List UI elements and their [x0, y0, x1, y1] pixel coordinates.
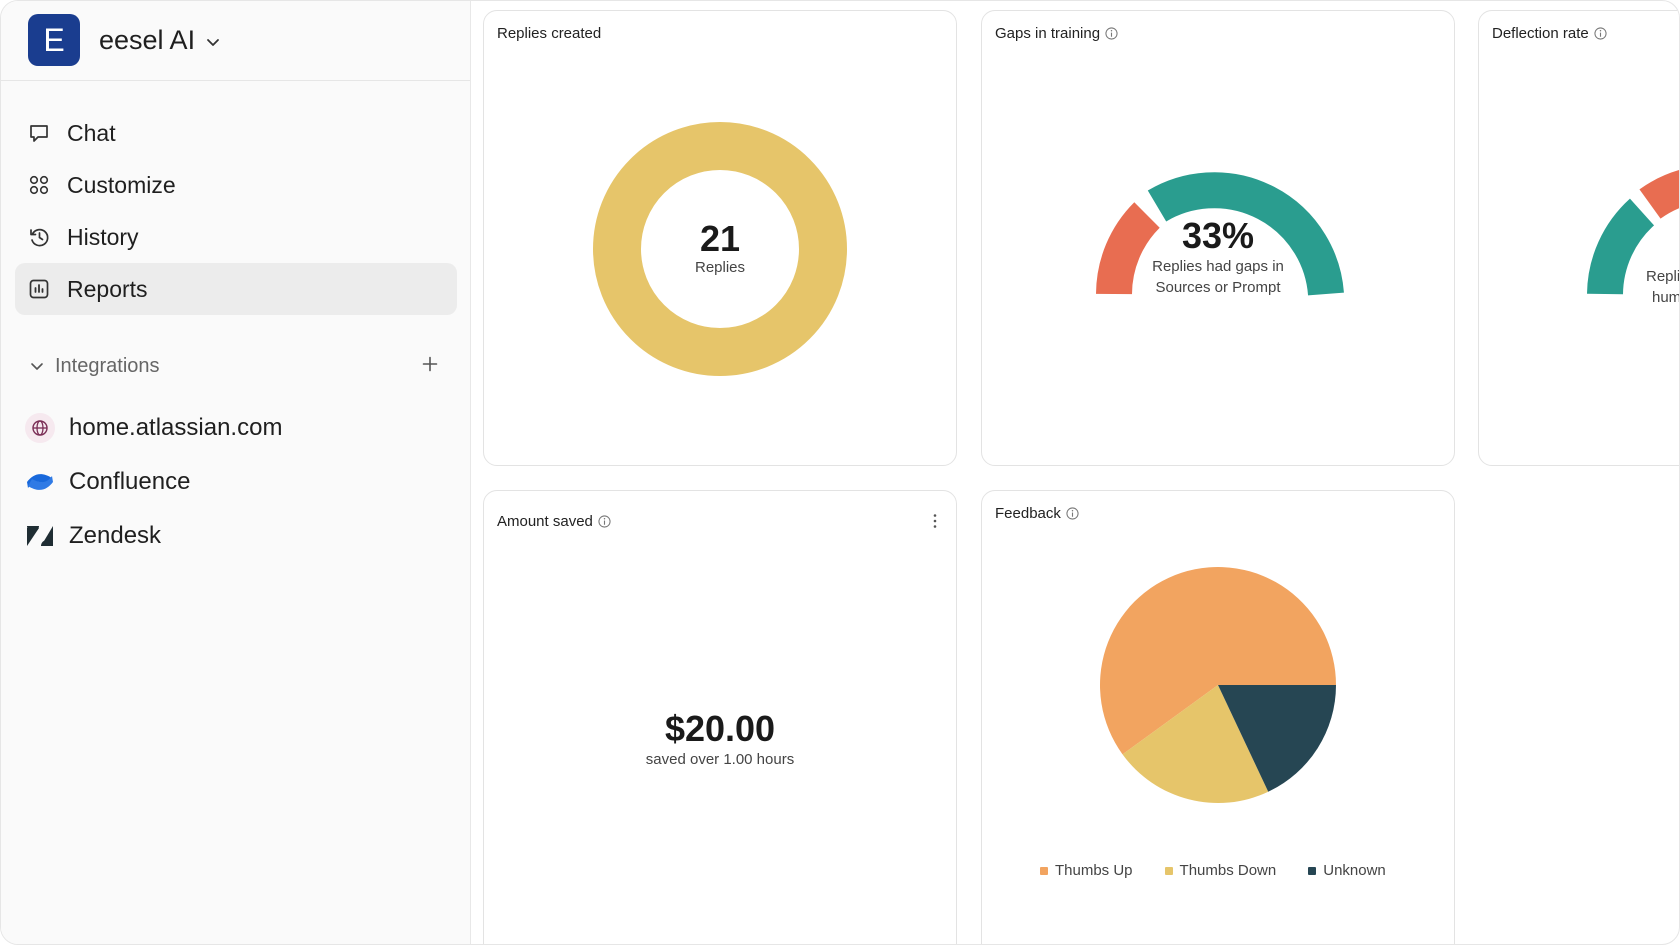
sidebar-item-history[interactable]: History — [15, 211, 457, 263]
replies-center-label: 21 Replies — [620, 218, 820, 277]
more-options-icon[interactable] — [932, 513, 938, 529]
legend-item-unknown: Unknown — [1308, 862, 1386, 879]
workspace-logo: E — [28, 14, 80, 66]
replies-label: Replies — [694, 259, 746, 276]
integration-item-confluence[interactable]: Confluence — [25, 455, 445, 509]
integration-name: Confluence — [69, 468, 191, 495]
info-icon[interactable] — [598, 515, 611, 528]
replies-value: 21 — [699, 218, 741, 259]
legend-swatch — [1040, 866, 1048, 875]
amount-value: $20.00 — [664, 708, 776, 749]
legend-label: Unknown — [1323, 862, 1386, 879]
deflection-label-line1: Repli — [1646, 268, 1680, 285]
integration-item-zendesk[interactable]: Zendesk — [25, 509, 445, 563]
integration-item-atlassian[interactable]: home.atlassian.com — [25, 401, 445, 455]
legend-label: Thumbs Up — [1055, 862, 1133, 879]
workspace-name: eesel AI — [99, 25, 196, 55]
card-title-text: Amount saved — [497, 513, 593, 530]
history-icon — [27, 225, 51, 249]
deflection-gauge-chart — [1587, 170, 1679, 295]
gaps-value: 33% — [1181, 215, 1255, 256]
sidebar-item-label: Chat — [67, 119, 116, 146]
feedback-card: Feedback Thumbs Up Thumbs Down Unknown — [981, 490, 1455, 944]
gaps-label-line1: Replies had gaps in — [1152, 258, 1284, 275]
legend-label: Thumbs Down — [1179, 862, 1277, 879]
feedback-legend: Thumbs Up Thumbs Down Unknown — [1040, 862, 1418, 879]
sidebar-item-chat[interactable]: Chat — [15, 107, 457, 159]
sidebar: E eesel AI Chat Customize History Report… — [1, 1, 471, 944]
gauge-ok-segment — [1587, 198, 1655, 295]
deflection-label-line2: hum — [1652, 289, 1680, 306]
sidebar-item-customize[interactable]: Customize — [15, 159, 457, 211]
legend-swatch — [1308, 866, 1317, 875]
integration-name: Zendesk — [69, 522, 162, 549]
plus-icon[interactable] — [417, 351, 443, 377]
sidebar-item-label: History — [67, 223, 139, 250]
replies-created-card: Replies created 21 Replies — [483, 10, 957, 466]
deflection-rate-card: Deflection rate Repli hum — [1478, 10, 1680, 466]
chat-bubble-icon — [27, 121, 51, 145]
bar-chart-icon — [27, 277, 51, 301]
amount-center-label: $20.00 saved over 1.00 hours — [570, 708, 870, 769]
amount-saved-card: Amount saved $20.00 saved over 1.00 hour… — [483, 490, 957, 944]
card-title: Amount saved — [497, 513, 611, 530]
zendesk-icon — [25, 521, 55, 551]
grid-icon — [27, 173, 51, 197]
amount-label: saved over 1.00 hours — [645, 751, 795, 768]
integration-name: home.atlassian.com — [69, 414, 283, 441]
workspace-initial: E — [43, 21, 65, 58]
chevron-down-icon[interactable] — [29, 358, 45, 374]
legend-swatch — [1164, 866, 1173, 875]
chevron-down-icon[interactable] — [205, 34, 221, 50]
integrations-section-header[interactable]: Integrations — [29, 351, 443, 381]
workspace-switcher[interactable]: E eesel AI — [1, 1, 470, 81]
integrations-list: home.atlassian.com Confluence Zendesk — [25, 401, 445, 563]
sidebar-item-label: Reports — [67, 275, 148, 302]
legend-item-thumbs-down: Thumbs Down — [1164, 862, 1277, 879]
app-window: E eesel AI Chat Customize History Report… — [0, 0, 1680, 945]
gaps-label-line2: Sources or Prompt — [1155, 279, 1281, 296]
gaps-center-label: 33% Replies had gaps in Sources or Promp… — [1098, 216, 1338, 298]
confluence-icon — [25, 467, 55, 497]
legend-item-thumbs-up: Thumbs Up — [1040, 862, 1133, 879]
globe-icon — [25, 413, 55, 443]
sidebar-nav: Chat Customize History Reports — [15, 107, 457, 315]
gauge-gap-segment — [1639, 170, 1679, 219]
integrations-heading: Integrations — [55, 354, 160, 377]
gaps-in-training-card: Gaps in training 33% Replies had gaps in… — [981, 10, 1455, 466]
sidebar-item-label: Customize — [67, 171, 176, 198]
sidebar-item-reports[interactable]: Reports — [15, 263, 457, 315]
